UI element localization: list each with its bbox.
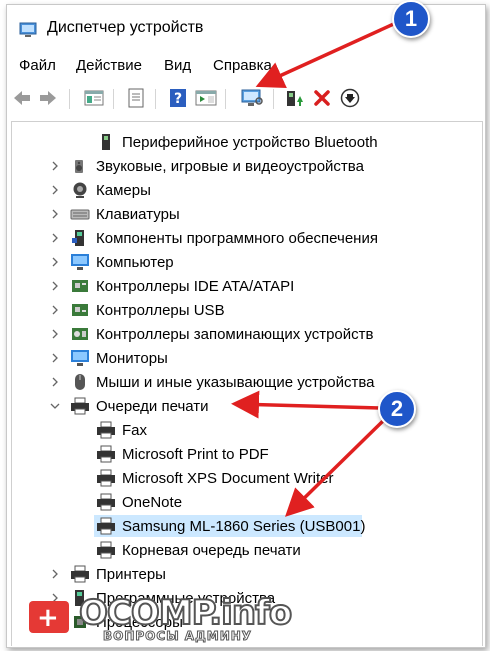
window-title: Диспетчер устройств: [47, 19, 204, 36]
help-icon[interactable]: ?: [167, 87, 189, 109]
tree-item-label: Камеры: [96, 182, 151, 199]
tree-item-label: Компьютер: [96, 254, 174, 271]
tree-item-label: Контроллеры USB: [96, 302, 225, 319]
tree-item-label: Корневая очередь печати: [122, 542, 301, 559]
mouse-icon: [70, 373, 90, 391]
printer-icon: [70, 565, 90, 583]
chevron-right-icon[interactable]: [50, 257, 60, 267]
tree-device[interactable]: Fax: [12, 418, 482, 442]
printer-icon: [96, 445, 116, 463]
tree-category[interactable]: Камеры: [12, 178, 482, 202]
keyboard-icon: [70, 205, 90, 223]
device-tree: Периферийное устройство Bluetooth Звуковы…: [11, 121, 483, 646]
menu-view[interactable]: Вид: [164, 57, 191, 74]
chevron-right-icon[interactable]: [50, 185, 60, 195]
printer-icon: [96, 469, 116, 487]
device-manager-app-icon: [19, 22, 37, 37]
forward-arrow-icon[interactable]: [37, 87, 59, 109]
menu-file[interactable]: Файл: [19, 57, 56, 74]
tree-item-label: Контроллеры запоминающих устройств: [96, 326, 374, 343]
software-component-icon: [70, 229, 90, 247]
monitor-icon: [70, 349, 90, 367]
tree-category[interactable]: Компьютер: [12, 250, 482, 274]
tree-item-label: Очереди печати: [96, 398, 209, 415]
tree-device[interactable]: OneNote: [12, 490, 482, 514]
tree-item-label: Клавиатуры: [96, 206, 180, 223]
tree-category[interactable]: Контроллеры USB: [12, 298, 482, 322]
chevron-right-icon[interactable]: [50, 209, 60, 219]
printer-icon: [96, 493, 116, 511]
tree-item-label: Принтеры: [96, 566, 166, 583]
computer-icon: [70, 253, 90, 271]
chevron-down-icon[interactable]: [50, 401, 60, 411]
tree-item-label: Компоненты программного обеспечения: [96, 230, 378, 247]
tree-item-label: Samsung ML-1860 Series (USB001): [122, 518, 366, 535]
tree-category[interactable]: Контроллеры запоминающих устройств: [12, 322, 482, 346]
tree-device[interactable]: Периферийное устройство Bluetooth: [12, 130, 482, 154]
tree-category[interactable]: Компоненты программного обеспечения: [12, 226, 482, 250]
tree-device[interactable]: Samsung ML-1860 Series (USB001): [12, 514, 482, 538]
tree-category[interactable]: Контроллеры IDE ATA/ATAPI: [12, 274, 482, 298]
tree-item-label: Звуковые, игровые и видеоустройства: [96, 158, 364, 175]
svg-text:?: ?: [174, 91, 182, 107]
chevron-right-icon[interactable]: [50, 377, 60, 387]
print-queue-icon: [70, 397, 90, 415]
chevron-right-icon[interactable]: [50, 305, 60, 315]
tree-item-label: Microsoft XPS Document Writer: [122, 470, 334, 487]
tree-item-label: Мониторы: [96, 350, 168, 367]
watermark-title: OCOMP.info: [78, 592, 293, 634]
camera-icon: [70, 181, 90, 199]
properties-icon[interactable]: [125, 87, 147, 109]
chevron-right-icon[interactable]: [50, 353, 60, 363]
chevron-right-icon[interactable]: [50, 329, 60, 339]
action-pane-icon[interactable]: [195, 87, 217, 109]
device-manager-window: Диспетчер устройств Файл Действие Вид Сп…: [6, 4, 486, 648]
watermark-plus-icon: +: [29, 601, 69, 633]
tree-item-label: Fax: [122, 422, 148, 439]
ide-controller-icon: [70, 277, 90, 295]
callout-2: 2: [378, 390, 416, 428]
tree-item-label: Microsoft Print to PDF: [122, 446, 269, 463]
bluetooth-device-icon: [96, 133, 116, 151]
callout-1: 1: [392, 0, 430, 38]
tree-item-label: Мыши и иные указывающие устройства: [96, 374, 375, 391]
tree-category[interactable]: Мыши и иные указывающие устройства: [12, 370, 482, 394]
tree-device[interactable]: Microsoft Print to PDF: [12, 442, 482, 466]
chevron-right-icon[interactable]: [50, 161, 60, 171]
watermark-logo: + OCOMP.info ВОПРОСЫ АДМИНУ: [7, 587, 293, 647]
tree-category[interactable]: Мониторы: [12, 346, 482, 370]
back-arrow-icon[interactable]: [11, 87, 33, 109]
console-tree-icon[interactable]: [83, 87, 105, 109]
tree-category[interactable]: Звуковые, игровые и видеоустройства: [12, 154, 482, 178]
tree-category[interactable]: Клавиатуры: [12, 202, 482, 226]
menu-help[interactable]: Справка: [213, 57, 272, 74]
storage-controller-icon: [70, 325, 90, 343]
disable-device-icon[interactable]: [339, 87, 361, 109]
uninstall-icon[interactable]: [311, 87, 333, 109]
watermark-subtitle: ВОПРОСЫ АДМИНУ: [102, 629, 253, 644]
printer-icon: [96, 541, 116, 559]
tree-item-label: Периферийное устройство Bluetooth: [122, 134, 378, 151]
menu-bar: Файл Действие Вид Справка: [7, 53, 485, 77]
chevron-right-icon[interactable]: [50, 281, 60, 291]
tree-device[interactable]: Корневая очередь печати: [12, 538, 482, 562]
toolbar: ?: [7, 83, 485, 115]
chevron-right-icon[interactable]: [50, 233, 60, 243]
menu-action[interactable]: Действие: [76, 57, 142, 74]
tree-item-label: OneNote: [122, 494, 183, 511]
speaker-icon: [70, 157, 90, 175]
chevron-right-icon[interactable]: [50, 569, 60, 579]
printer-icon: [96, 421, 116, 439]
printer-icon: [96, 517, 116, 535]
scan-hardware-icon[interactable]: [239, 87, 265, 109]
update-driver-icon[interactable]: [283, 87, 305, 109]
tree-item-label: Контроллеры IDE ATA/ATAPI: [96, 278, 295, 295]
usb-controller-icon: [70, 301, 90, 319]
tree-category[interactable]: Принтеры: [12, 562, 482, 586]
tree-device[interactable]: Microsoft XPS Document Writer: [12, 466, 482, 490]
